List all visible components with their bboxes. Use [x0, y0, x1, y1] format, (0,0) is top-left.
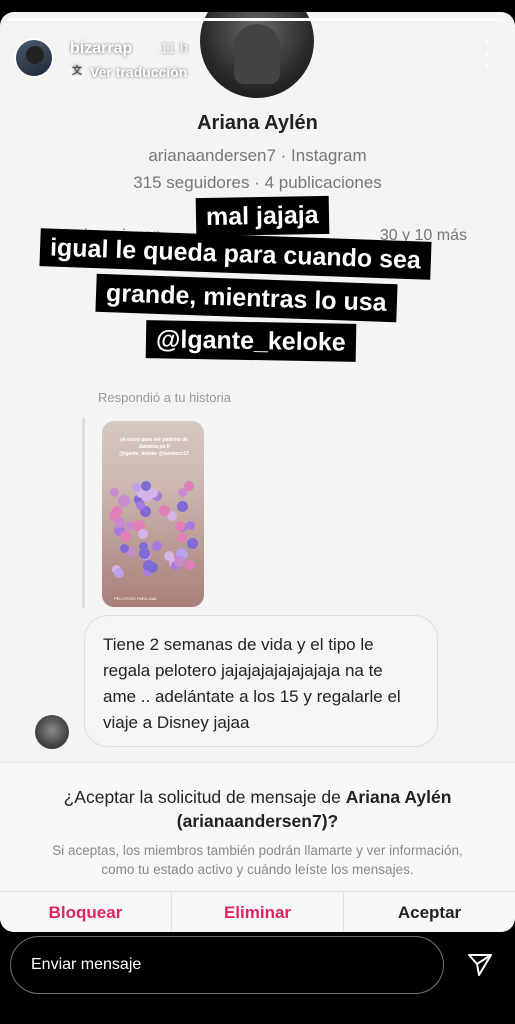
ball-icon: [120, 531, 131, 542]
request-question-prefix: ¿Aceptar la solicitud de mensaje de: [63, 787, 341, 807]
ball-icon: [138, 529, 148, 539]
ball-icon: [186, 521, 195, 530]
poster-username[interactable]: bizarrap: [70, 40, 132, 58]
screenshot-card: Ariana Aylén arianaandersen7 · Instagram…: [0, 12, 515, 932]
ball-icon: [141, 491, 152, 502]
ball-icon: [164, 551, 174, 561]
block-button[interactable]: Bloquear: [0, 892, 172, 932]
delete-button[interactable]: Eliminar: [172, 892, 344, 932]
story-progress-fill: [8, 18, 498, 21]
ball-icon: [187, 538, 198, 549]
request-actions: Bloquear Eliminar Aceptar: [0, 891, 515, 932]
translate-label: Ver traducción: [90, 64, 188, 80]
profile-stats: 315 seguidores · 4 publicaciones: [133, 173, 382, 192]
sticker-line: mal jajaja: [195, 195, 329, 237]
story-thumbnail[interactable]: ya estoy para ser padrino de Jamaica pa …: [102, 421, 204, 607]
send-message-placeholder: Enviar mensaje: [31, 956, 142, 973]
ball-icon: [175, 521, 185, 531]
ball-icon: [177, 501, 188, 512]
sticker-line: @lgante_keloke: [145, 320, 357, 362]
thumbnail-tag: PELOTERO PARA JAM: [114, 596, 157, 601]
request-question: ¿Aceptar la solicitud de mensaje de Aria…: [30, 785, 485, 833]
poster-avatar[interactable]: [14, 38, 54, 78]
ball-icon: [159, 505, 170, 516]
reply-quote-bar: [82, 418, 85, 608]
ball-icon: [139, 548, 150, 559]
more-options-icon[interactable]: [477, 40, 497, 68]
profile-name: Ariana Aylén: [197, 112, 318, 134]
story-progress-bar: [8, 18, 507, 21]
request-question-name: Ariana Aylén: [345, 787, 452, 807]
send-icon[interactable]: [466, 950, 494, 978]
translate-icon: 文: [70, 65, 84, 79]
ball-icon: [141, 481, 151, 491]
ball-icon: [110, 488, 119, 497]
request-info: Si aceptas, los miembros también podrán …: [52, 843, 463, 877]
story-header: bizarrap 11 h 文 Ver traducción: [14, 26, 501, 82]
message-request-panel: ¿Aceptar la solicitud de mensaje de Aria…: [0, 762, 515, 932]
thumbnail-caption: ya estoy para ser padrino de Jamaica pa …: [119, 437, 189, 457]
send-message-input[interactable]: Enviar mensaje: [10, 936, 444, 994]
accept-button[interactable]: Aceptar: [344, 892, 515, 932]
ball-icon: [132, 483, 141, 492]
ball-icon: [143, 560, 154, 571]
ball-icon: [114, 568, 124, 578]
request-question-handle: (arianaandersen7)?: [176, 811, 339, 831]
profile-handle: arianaandersen7 · Instagram: [148, 146, 367, 165]
translate-link[interactable]: 文 Ver traducción: [70, 64, 187, 80]
ball-icon: [152, 541, 162, 551]
ball-icon: [118, 495, 130, 507]
replied-label: Respondió a tu historia: [98, 390, 231, 405]
ball-icon: [112, 506, 122, 516]
story-timestamp: 11 h: [160, 40, 189, 57]
ball-icon: [114, 517, 125, 528]
ball-icon: [120, 544, 129, 553]
sender-avatar[interactable]: [35, 715, 69, 749]
ball-icon: [185, 560, 195, 570]
ball-pit-image: [108, 481, 198, 585]
ball-icon: [174, 556, 185, 567]
message-bubble[interactable]: Tiene 2 semanas de vida y el tipo le reg…: [84, 615, 438, 747]
ball-icon: [178, 488, 187, 497]
ball-icon: [177, 533, 187, 543]
ball-icon: [136, 501, 145, 510]
